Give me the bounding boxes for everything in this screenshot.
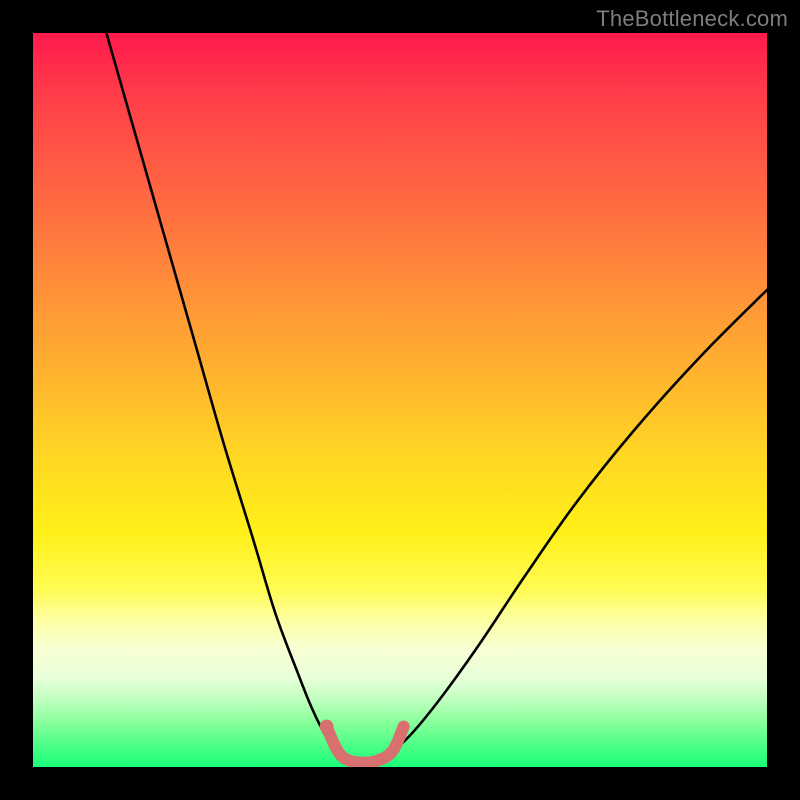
curve-right [393, 290, 767, 752]
bump-dot-right [398, 721, 410, 733]
watermark-text: TheBottleneck.com [596, 6, 788, 32]
chart-plot-area [33, 33, 767, 767]
curve-left [106, 33, 337, 752]
curve-bump [327, 727, 404, 763]
chart-curves [33, 33, 767, 767]
bump-dot-left [320, 720, 334, 734]
